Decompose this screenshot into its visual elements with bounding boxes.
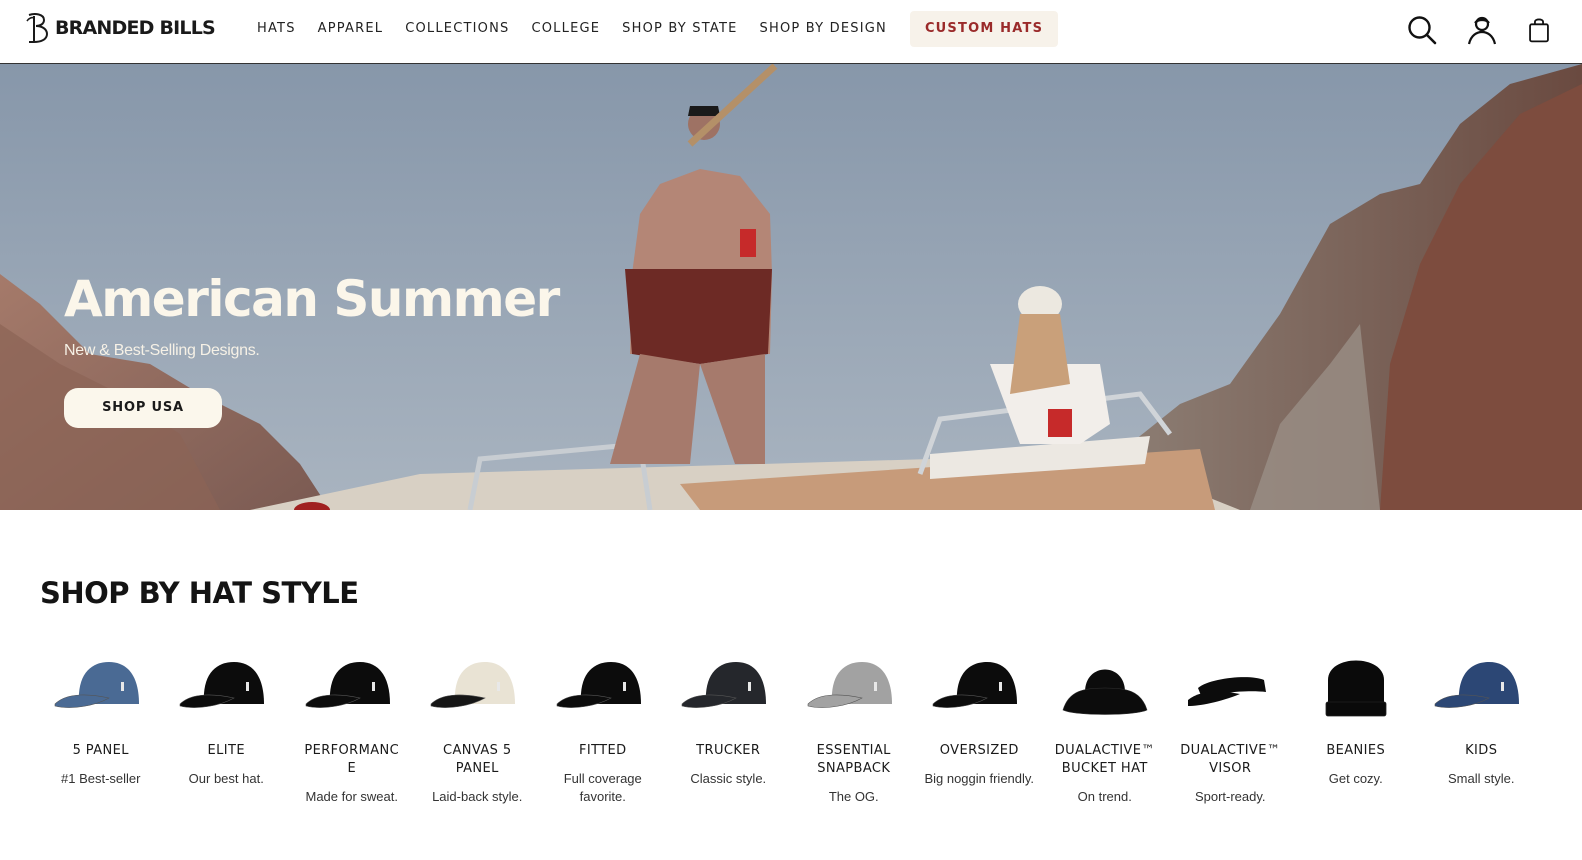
hat-style-name[interactable]: TRUCKER — [672, 742, 784, 760]
hat-style-name[interactable]: DUALACTIVE™ BUCKET HAT — [1049, 742, 1161, 778]
nav-item-shop-by-state[interactable]: SHOP BY STATE — [611, 11, 748, 47]
hat-style-name[interactable]: FITTED — [547, 742, 659, 760]
dualactive-bucket-hat-hat-image[interactable] — [1055, 640, 1155, 724]
nav-item-college[interactable]: COLLEGE — [520, 11, 611, 47]
nav-item-collections[interactable]: COLLECTIONS — [394, 11, 520, 47]
5-panel-hat-image[interactable] — [51, 640, 151, 724]
hat-style-description: Classic style. — [690, 771, 767, 786]
hat-style-description: Big noggin friendly. — [924, 771, 1035, 786]
brand-name: BRANDED BILLS — [55, 17, 216, 39]
main-nav: HATS APPAREL COLLECTIONS COLLEGE SHOP BY… — [246, 11, 1059, 47]
hat-style-name[interactable]: PERFORMANC E — [296, 742, 408, 778]
hat-style-name[interactable]: ESSENTIAL SNAPBACK — [798, 742, 910, 778]
hat-style-card-beanies[interactable]: BEANIES Get cozy. — [1293, 640, 1419, 806]
hat-style-name[interactable]: CANVAS 5 PANEL — [421, 742, 533, 778]
elite-hat-image[interactable] — [176, 640, 276, 724]
account-icon[interactable] — [1466, 14, 1498, 46]
brand-logo-mark-icon — [26, 13, 49, 43]
hero-banner: American Summer New & Best-Selling Desig… — [0, 64, 1582, 510]
hat-style-card-essential-snapback[interactable]: ESSENTIAL SNAPBACK The OG. — [791, 640, 917, 806]
hat-style-description: Laid-back style. — [432, 789, 523, 804]
hat-style-card-kids[interactable]: KIDS Small style. — [1419, 640, 1545, 806]
hat-style-description: Get cozy. — [1328, 771, 1383, 786]
hat-style-card-5-panel[interactable]: 5 PANEL #1 Best-seller — [38, 640, 164, 806]
performanc-e-hat-image[interactable] — [302, 640, 402, 724]
hat-style-card-performanc-e[interactable]: PERFORMANC E Made for sweat. — [289, 640, 415, 806]
dualactive-visor-hat-image[interactable] — [1180, 640, 1280, 724]
site-header: BRANDED BILLS HATS APPAREL COLLECTIONS C… — [0, 0, 1582, 64]
beanies-hat-image[interactable] — [1306, 640, 1406, 724]
hat-style-name[interactable]: OVERSIZED — [923, 742, 1035, 760]
canvas-5-panel-hat-image[interactable] — [427, 640, 527, 724]
hat-style-description: Our best hat. — [188, 771, 264, 786]
shop-usa-button[interactable]: SHOP USA — [64, 388, 222, 428]
kids-hat-image[interactable] — [1431, 640, 1531, 724]
hat-style-name[interactable]: BEANIES — [1300, 742, 1412, 760]
hat-style-name[interactable]: DUALACTIVE™ VISOR — [1174, 742, 1286, 778]
hero-title: American Summer — [64, 270, 560, 328]
search-icon[interactable] — [1406, 14, 1438, 46]
hat-style-card-dualactive-bucket-hat[interactable]: DUALACTIVE™ BUCKET HAT On trend. — [1042, 640, 1168, 806]
hat-style-name[interactable]: ELITE — [170, 742, 282, 760]
hat-style-card-dualactive-visor[interactable]: DUALACTIVE™ VISOR Sport-ready. — [1168, 640, 1294, 806]
hat-style-card-fitted[interactable]: FITTED Full coverage favorite. — [540, 640, 666, 806]
nav-item-hats[interactable]: HATS — [246, 11, 307, 47]
brand-logo[interactable]: BRANDED BILLS — [25, 12, 216, 44]
essential-snapback-hat-image[interactable] — [804, 640, 904, 724]
hat-style-name[interactable]: KIDS — [1425, 742, 1537, 760]
cart-bag-icon[interactable] — [1526, 14, 1552, 46]
hat-style-card-canvas-5-panel[interactable]: CANVAS 5 PANEL Laid-back style. — [415, 640, 541, 806]
hat-style-list: 5 PANEL #1 Best-seller ELITE Our best hat.… — [38, 640, 1544, 806]
header-actions — [1406, 14, 1552, 46]
section-title-hat-style: SHOP BY HAT STYLE — [40, 576, 359, 610]
hat-style-description: Made for sweat. — [305, 789, 399, 804]
nav-item-custom-hats[interactable]: CUSTOM HATS — [909, 11, 1059, 47]
hat-style-description: The OG. — [828, 789, 879, 804]
hat-style-description: Sport-ready. — [1194, 789, 1266, 804]
oversized-hat-image[interactable] — [929, 640, 1029, 724]
hat-style-name[interactable]: 5 PANEL — [45, 742, 157, 760]
nav-item-shop-by-design[interactable]: SHOP BY DESIGN — [749, 11, 898, 47]
hat-style-card-trucker[interactable]: TRUCKER Classic style. — [666, 640, 792, 806]
hat-style-card-elite[interactable]: ELITE Our best hat. — [164, 640, 290, 806]
hero-subtitle: New & Best-Selling Designs. — [64, 342, 260, 359]
nav-item-apparel[interactable]: APPAREL — [307, 11, 395, 47]
fitted-hat-image[interactable] — [553, 640, 653, 724]
trucker-hat-image[interactable] — [678, 640, 778, 724]
hat-style-description: Full coverage favorite. — [563, 771, 642, 804]
hat-style-description: Small style. — [1448, 771, 1515, 786]
hat-style-description: #1 Best-seller — [61, 771, 141, 786]
hat-style-card-oversized[interactable]: OVERSIZED Big noggin friendly. — [917, 640, 1043, 806]
hat-style-description: On trend. — [1077, 789, 1132, 804]
